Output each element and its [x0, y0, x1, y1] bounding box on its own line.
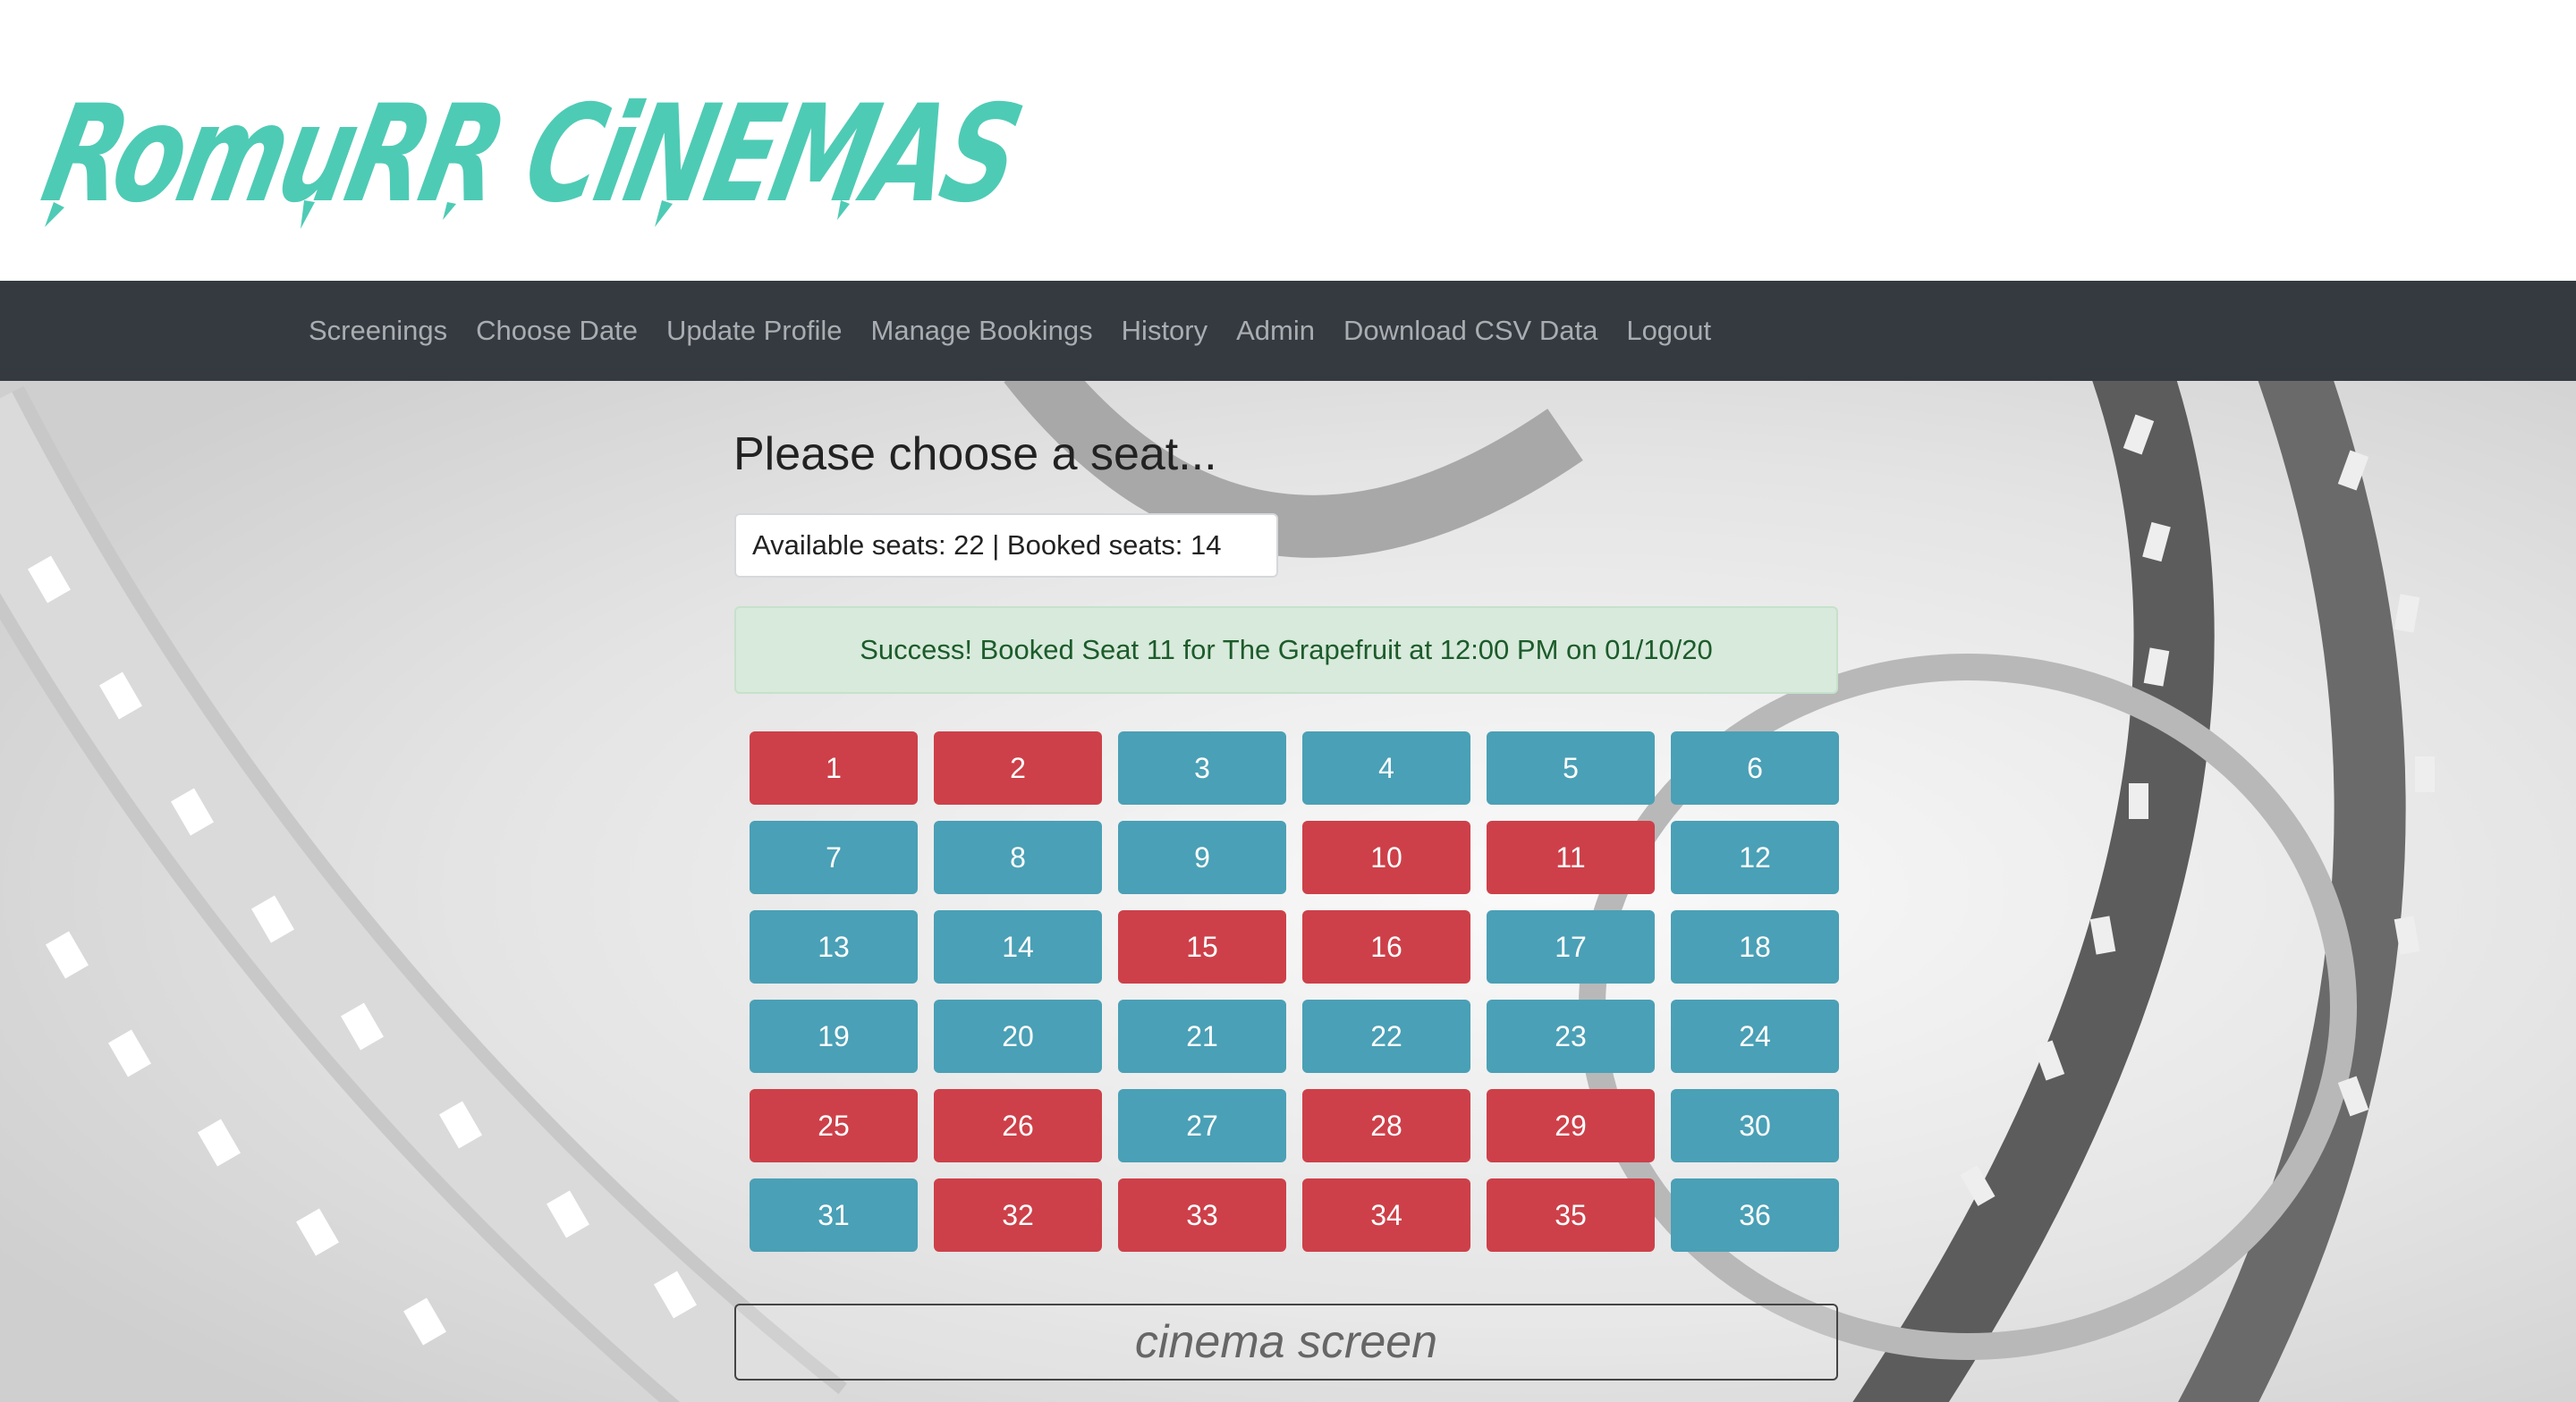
logo-text: RomuRR CiNEMAS	[36, 86, 1030, 232]
seat-button[interactable]: 2	[934, 731, 1102, 805]
seat-button[interactable]: 5	[1487, 731, 1655, 805]
seat-button[interactable]: 18	[1671, 910, 1839, 984]
seat-button[interactable]: 24	[1671, 1000, 1839, 1073]
seat-button[interactable]: 13	[750, 910, 918, 984]
seat-button[interactable]: 11	[1487, 821, 1655, 894]
seat-button[interactable]: 9	[1118, 821, 1286, 894]
seat-button[interactable]: 16	[1302, 910, 1470, 984]
seat-button[interactable]: 26	[934, 1089, 1102, 1162]
seat-button[interactable]: 10	[1302, 821, 1470, 894]
seat-button[interactable]: 7	[750, 821, 918, 894]
nav-item-logout[interactable]: Logout	[1626, 315, 1711, 347]
nav-item-update-profile[interactable]: Update Profile	[666, 315, 842, 347]
nav-item-admin[interactable]: Admin	[1236, 315, 1315, 347]
nav-item-history[interactable]: History	[1122, 315, 1208, 347]
seat-button[interactable]: 33	[1118, 1178, 1286, 1252]
site-logo[interactable]: RomuRR CiNEMAS	[36, 86, 1038, 238]
seat-button[interactable]: 3	[1118, 731, 1286, 805]
seat-button[interactable]: 22	[1302, 1000, 1470, 1073]
seat-button[interactable]: 27	[1118, 1089, 1286, 1162]
seat-button[interactable]: 35	[1487, 1178, 1655, 1252]
nav-item-choose-date[interactable]: Choose Date	[476, 315, 638, 347]
seat-button[interactable]: 32	[934, 1178, 1102, 1252]
seat-button[interactable]: 12	[1671, 821, 1839, 894]
seat-button[interactable]: 14	[934, 910, 1102, 984]
cinema-screen: cinema screen	[734, 1304, 1838, 1381]
success-alert: Success! Booked Seat 11 for The Grapefru…	[734, 606, 1838, 694]
seat-button[interactable]: 30	[1671, 1089, 1839, 1162]
seat-button[interactable]: 15	[1118, 910, 1286, 984]
seat-selection-content: Please choose a seat... Available seats:…	[733, 381, 1843, 1402]
logo-graphic: RomuRR CiNEMAS	[36, 86, 1030, 232]
seat-button[interactable]: 28	[1302, 1089, 1470, 1162]
seat-button[interactable]: 36	[1671, 1178, 1839, 1252]
nav-item-screenings[interactable]: Screenings	[309, 315, 447, 347]
seat-button[interactable]: 17	[1487, 910, 1655, 984]
nav-list: Screenings Choose Date Update Profile Ma…	[309, 281, 1711, 381]
seat-stats: Available seats: 22 | Booked seats: 14	[734, 513, 1278, 578]
seat-button[interactable]: 25	[750, 1089, 918, 1162]
seat-button[interactable]: 21	[1118, 1000, 1286, 1073]
site-header: RomuRR CiNEMAS	[0, 0, 2576, 281]
seat-button[interactable]: 6	[1671, 731, 1839, 805]
seat-button[interactable]: 20	[934, 1000, 1102, 1073]
seat-button[interactable]: 4	[1302, 731, 1470, 805]
seat-button[interactable]: 1	[750, 731, 918, 805]
seat-button[interactable]: 19	[750, 1000, 918, 1073]
main-navbar: Screenings Choose Date Update Profile Ma…	[0, 281, 2576, 381]
page-title: Please choose a seat...	[733, 428, 1217, 480]
seat-button[interactable]: 8	[934, 821, 1102, 894]
nav-item-download-csv[interactable]: Download CSV Data	[1343, 315, 1597, 347]
nav-item-manage-bookings[interactable]: Manage Bookings	[871, 315, 1093, 347]
seat-button[interactable]: 23	[1487, 1000, 1655, 1073]
seat-button[interactable]: 29	[1487, 1089, 1655, 1162]
seat-button[interactable]: 34	[1302, 1178, 1470, 1252]
seat-button[interactable]: 31	[750, 1178, 918, 1252]
